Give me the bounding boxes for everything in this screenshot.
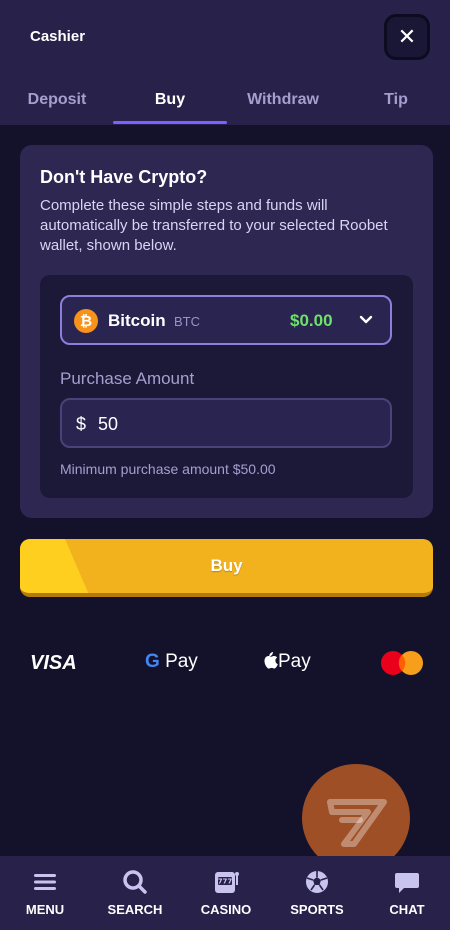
- payment-methods: VISA G Pay Pay: [0, 640, 450, 684]
- close-button[interactable]: ✕: [384, 14, 430, 60]
- purchase-form: ₿ Bitcoin BTC $0.00 Purchase Amount $ Mi…: [40, 275, 413, 498]
- close-icon: ✕: [397, 24, 417, 49]
- google-pay-text: Pay: [165, 651, 198, 672]
- card-description: Complete these simple steps and funds wi…: [40, 197, 388, 254]
- purchase-amount-field[interactable]: $: [60, 398, 392, 448]
- apple-pay-logo: Pay: [262, 651, 311, 673]
- tab-buy[interactable]: Buy: [113, 76, 227, 124]
- tab-tip[interactable]: Tip: [370, 76, 422, 124]
- bitcoin-icon: ₿: [74, 309, 98, 333]
- menu-icon: [34, 874, 56, 890]
- card-title: Don't Have Crypto?: [40, 167, 208, 187]
- bottom-navigation: MENU SEARCH 777 CASINO SPORTS CHAT: [0, 856, 450, 930]
- nav-chat[interactable]: CHAT: [362, 856, 450, 930]
- coin-name: Bitcoin: [108, 311, 166, 330]
- nav-menu[interactable]: MENU: [0, 856, 90, 930]
- apple-icon: [264, 652, 278, 669]
- chat-icon: [395, 873, 419, 893]
- search-icon: [123, 870, 147, 894]
- buy-crypto-card: Don't Have Crypto? Complete these simple…: [20, 145, 433, 518]
- slot-machine-icon: 777: [215, 872, 239, 893]
- chevron-down-icon: [359, 315, 373, 324]
- nav-search-label: SEARCH: [107, 902, 163, 917]
- nav-sports[interactable]: SPORTS: [272, 856, 362, 930]
- coin-ticker: BTC: [174, 314, 200, 329]
- nav-chat-label: CHAT: [389, 902, 425, 917]
- mastercard-logo: [381, 651, 423, 675]
- cashier-header: Cashier ✕ Deposit Buy Withdraw Tip: [0, 0, 450, 125]
- purchase-amount-label: Purchase Amount: [60, 369, 195, 388]
- svg-text:777: 777: [218, 878, 233, 886]
- nav-search[interactable]: SEARCH: [90, 856, 180, 930]
- nav-menu-label: MENU: [25, 902, 65, 917]
- minimum-purchase-note: Minimum purchase amount $50.00: [60, 461, 276, 477]
- cashier-tabs: Deposit Buy Withdraw Tip: [0, 76, 450, 124]
- currency-symbol: $: [76, 414, 87, 434]
- page-title: Cashier: [30, 28, 86, 45]
- active-tab-indicator: [113, 121, 227, 124]
- visa-logo: VISA: [30, 652, 77, 674]
- nav-sports-label: SPORTS: [290, 902, 344, 917]
- nav-casino[interactable]: 777 CASINO: [180, 856, 272, 930]
- soccer-ball-icon: [306, 871, 328, 893]
- wallet-balance: $0.00: [290, 311, 333, 330]
- buy-button-label: Buy: [210, 556, 243, 575]
- google-pay-logo: G Pay: [145, 651, 198, 673]
- tab-withdraw[interactable]: Withdraw: [236, 76, 330, 124]
- apple-pay-text: Pay: [278, 651, 311, 672]
- google-g-icon: G: [145, 651, 160, 672]
- nav-casino-label: CASINO: [200, 902, 252, 917]
- purchase-amount-input[interactable]: [98, 408, 378, 440]
- buy-button[interactable]: Buy: [20, 539, 433, 597]
- wallet-select[interactable]: ₿ Bitcoin BTC $0.00: [60, 295, 392, 345]
- tab-deposit[interactable]: Deposit: [14, 76, 100, 124]
